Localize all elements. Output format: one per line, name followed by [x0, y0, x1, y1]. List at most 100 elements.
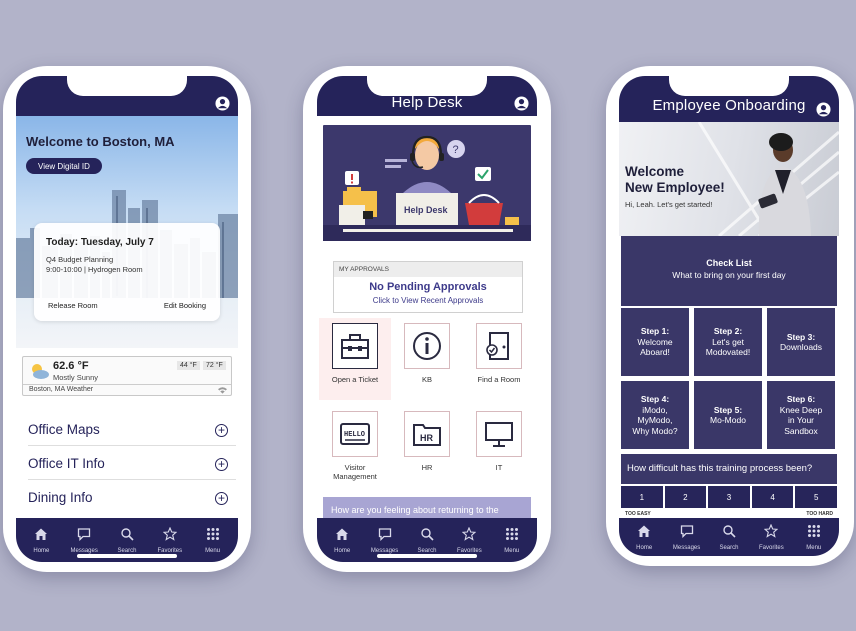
step-text: MyModo,	[637, 415, 673, 425]
scale-low-label: TOO EASY	[625, 511, 651, 517]
release-room-button[interactable]: Release Room	[48, 301, 98, 310]
difficulty-question: How difficult has this training process …	[621, 454, 837, 484]
screen-boston: Welcome to Boston, MA View Digital ID To…	[16, 76, 238, 562]
weather-high: 44 °F	[177, 361, 200, 370]
step-tile-2[interactable]: Step 2: Let's get Modovated!	[694, 308, 762, 376]
expand-plus-icon[interactable]: +	[215, 424, 228, 437]
tab-search[interactable]: Search	[107, 527, 147, 554]
step-tile-6[interactable]: Step 6: Knee Deep in Your Sandbox	[767, 381, 835, 449]
step-number: Step 3:	[786, 331, 816, 342]
scale-option-2[interactable]: 2	[664, 486, 707, 508]
phone-help-desk: Help Desk ? Help Desk MY APPROVALS No Pe…	[303, 66, 551, 572]
tab-label: Home	[636, 544, 653, 551]
step-number: Step 1:	[640, 326, 670, 337]
tile-label: Visitor Management	[319, 463, 391, 481]
step-text: Aboard!	[640, 347, 670, 358]
booking-card: Today: Tuesday, July 7 Q4 Budget Plannin…	[34, 223, 220, 321]
grid-icon	[807, 524, 821, 543]
list-item-label: Office Maps	[28, 422, 100, 437]
notch	[67, 76, 187, 96]
info-icon	[413, 332, 441, 360]
visitor-management-tile[interactable]: HELLO Visitor Management	[319, 406, 391, 488]
scale-option-1[interactable]: 1	[621, 486, 663, 508]
list-item-office-maps[interactable]: Office Maps +	[28, 416, 236, 446]
message-icon	[378, 527, 392, 546]
star-icon	[162, 526, 178, 546]
step-text: Mo-Modo	[710, 415, 746, 425]
expand-plus-icon[interactable]: +	[215, 458, 228, 471]
tab-label: Favorites	[759, 544, 784, 551]
tab-search[interactable]: Search	[709, 524, 749, 551]
tab-menu[interactable]: Menu	[794, 524, 834, 551]
tab-menu[interactable]: Menu	[492, 527, 532, 554]
icon-frame	[332, 323, 378, 369]
tab-label: Messages	[70, 547, 98, 554]
step-text: iModo,	[642, 404, 668, 415]
step-tile-5[interactable]: Step 5: Mo-Modo	[694, 381, 762, 449]
find-room-tile[interactable]: Find a Room	[463, 318, 535, 400]
kb-tile[interactable]: KB	[391, 318, 463, 400]
scale-option-4[interactable]: 4	[751, 486, 794, 508]
icon-frame: HELLO	[332, 411, 378, 457]
page-title: Employee Onboarding	[652, 97, 806, 114]
account-icon[interactable]	[215, 96, 230, 111]
step-tile-1[interactable]: Step 1: Welcome Aboard!	[621, 308, 689, 376]
checklist-subtitle: What to bring on your first day	[672, 270, 786, 280]
tab-label: Search	[417, 547, 437, 554]
view-recent-approvals-link[interactable]: Click to View Recent Approvals	[334, 296, 522, 305]
step-tile-3[interactable]: Step 3: Downloads	[767, 308, 835, 376]
tab-menu[interactable]: Menu	[193, 527, 233, 554]
notch	[367, 76, 487, 96]
meeting-time-room: 9:00-10:00 | Hydrogen Room	[46, 265, 143, 274]
account-icon[interactable]	[514, 96, 529, 111]
open-ticket-tile[interactable]: Open a Ticket	[319, 318, 391, 400]
tab-favorites[interactable]: Favorites	[150, 526, 190, 554]
tab-search[interactable]: Search	[407, 527, 447, 554]
it-tile[interactable]: IT	[463, 406, 535, 488]
search-icon	[420, 527, 434, 546]
expand-plus-icon[interactable]: +	[215, 492, 228, 505]
greeting: Hi, Leah. Let's get started!	[625, 200, 713, 209]
partly-sunny-icon	[32, 364, 49, 379]
view-digital-id-button[interactable]: View Digital ID	[26, 158, 102, 174]
tab-messages[interactable]: Messages	[667, 524, 707, 551]
tab-favorites[interactable]: Favorites	[751, 523, 791, 551]
tile-label-line2: Management	[333, 472, 377, 481]
tab-messages[interactable]: Messages	[365, 527, 405, 554]
difficulty-scale: 1 2 3 4 5	[621, 486, 837, 508]
grid-icon	[206, 527, 220, 546]
meeting-title: Q4 Budget Planning	[46, 255, 114, 264]
tab-messages[interactable]: Messages	[64, 527, 104, 554]
tab-home[interactable]: Home	[624, 524, 664, 551]
list-item-office-it-info[interactable]: Office IT Info +	[28, 450, 236, 480]
help-desk-illustration: ? Help Desk	[323, 135, 531, 241]
step-text: Welcome	[637, 336, 673, 347]
tile-label: Open a Ticket	[331, 375, 379, 384]
approvals-card[interactable]: MY APPROVALS No Pending Approvals Click …	[333, 261, 523, 313]
home-icon	[637, 524, 651, 543]
home-icon	[335, 527, 349, 546]
tab-label: Menu	[205, 547, 221, 554]
scale-option-5[interactable]: 5	[795, 486, 837, 508]
tab-favorites[interactable]: Favorites	[449, 526, 489, 554]
step-text: Let's get	[712, 336, 744, 347]
tab-home[interactable]: Home	[21, 527, 61, 554]
weather-widget[interactable]: 62.6 °F Mostly Sunny 44 °F 72 °F Boston,…	[22, 356, 232, 396]
hr-tile[interactable]: HR HR	[391, 406, 463, 488]
list-item-dining-info[interactable]: Dining Info +	[28, 484, 236, 514]
door-check-icon	[486, 332, 509, 360]
scale-option-3[interactable]: 3	[708, 486, 750, 508]
tile-label: Find a Room	[477, 375, 521, 384]
icon-frame	[476, 323, 522, 369]
weather-temp: 62.6 °F	[53, 360, 89, 372]
account-icon[interactable]	[816, 102, 831, 117]
toolbox-icon	[341, 334, 369, 359]
step-number: Step 4:	[640, 394, 670, 404]
search-icon	[120, 527, 134, 546]
tab-home[interactable]: Home	[322, 527, 362, 554]
edit-booking-button[interactable]: Edit Booking	[164, 301, 206, 310]
checklist-tile[interactable]: Check List What to bring on your first d…	[621, 236, 837, 306]
onboarding-hero: Welcome New Employee! Hi, Leah. Let's get…	[619, 122, 839, 236]
tab-label: Menu	[504, 547, 520, 554]
step-tile-4[interactable]: Step 4: iModo, MyModo, Why Modo?	[621, 381, 689, 449]
